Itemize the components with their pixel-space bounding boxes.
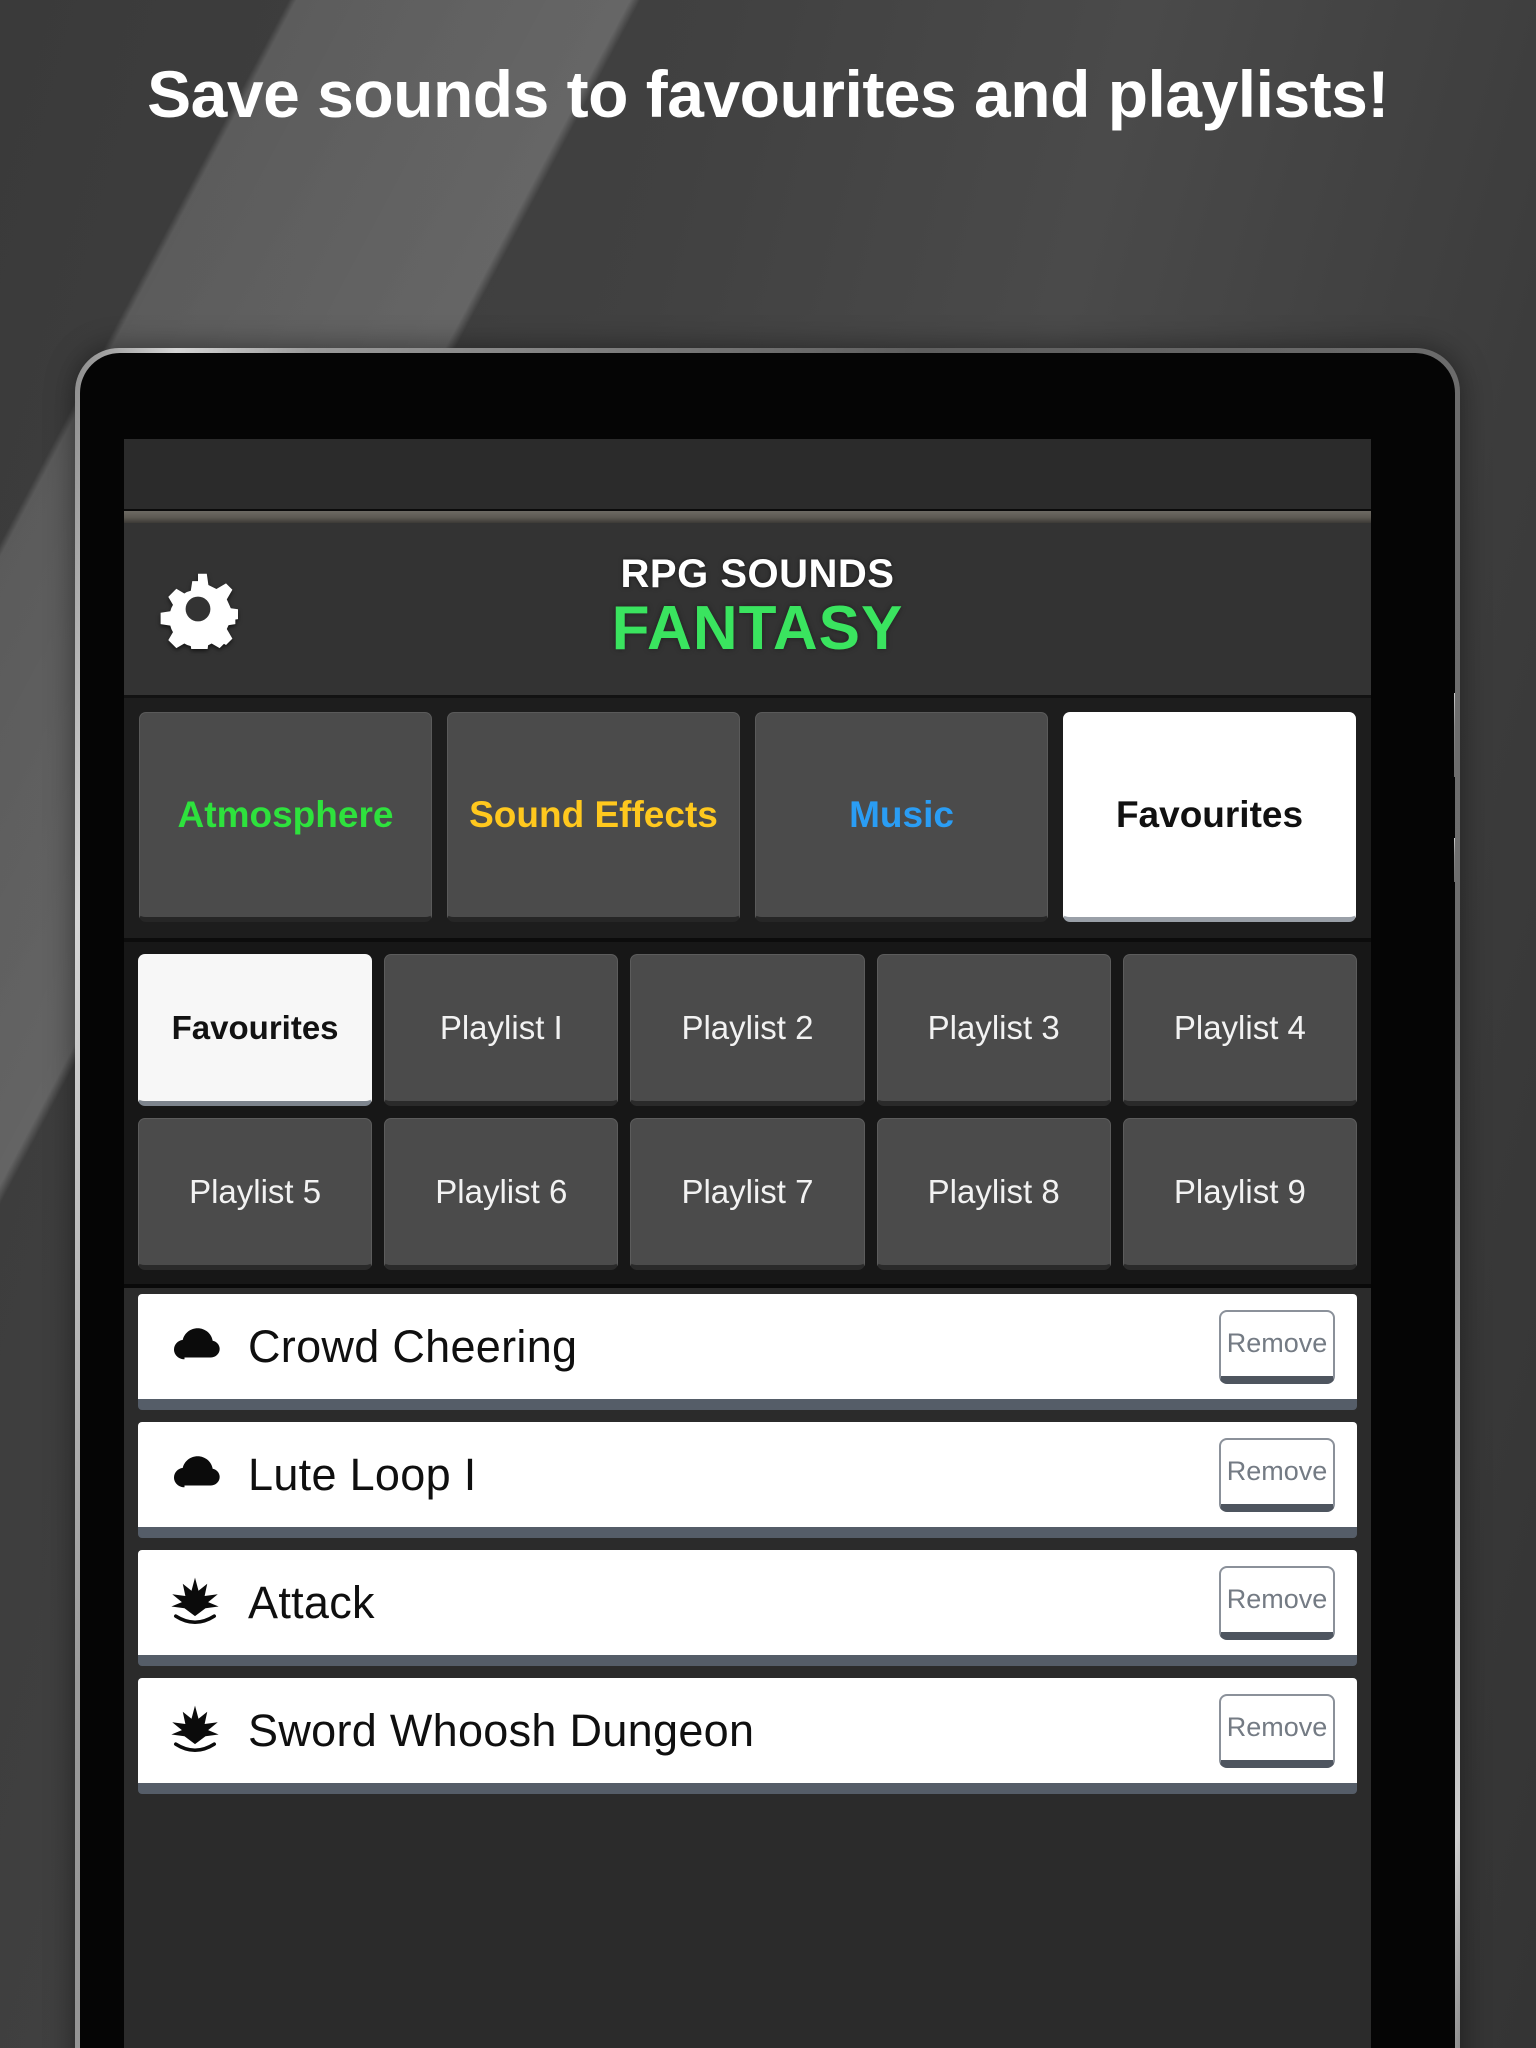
burst-icon xyxy=(164,1703,226,1759)
playlist-button-playlist-4[interactable]: Playlist 4 xyxy=(1122,954,1357,1106)
remove-button[interactable]: Remove xyxy=(1219,1565,1335,1640)
gear-icon xyxy=(158,569,238,649)
remove-button-label: Remove xyxy=(1226,1712,1328,1742)
playlist-button-playlist-5[interactable]: Playlist 5 xyxy=(138,1118,373,1270)
settings-button[interactable] xyxy=(158,569,238,649)
tablet-device-frame: RPG SOUNDS FANTASY Atmosphere Sound Effec… xyxy=(75,348,1460,2048)
playlist-button-label: Playlist 4 xyxy=(1173,1009,1306,1046)
category-tab-label: Favourites xyxy=(1115,794,1304,836)
remove-button[interactable]: Remove xyxy=(1219,1437,1335,1512)
burst-icon xyxy=(164,1575,226,1631)
playlist-button-label: Playlist 6 xyxy=(435,1173,568,1210)
remove-button[interactable]: Remove xyxy=(1219,1309,1335,1384)
sound-row[interactable]: Lute Loop I Remove xyxy=(138,1422,1357,1538)
category-tab-sound-effects[interactable]: Sound Effects xyxy=(447,712,740,922)
sound-row[interactable]: Crowd Cheering Remove xyxy=(138,1294,1357,1410)
category-tab-music[interactable]: Music xyxy=(755,712,1048,922)
sound-name: Lute Loop I xyxy=(248,1448,477,1500)
playlist-button-playlist-i[interactable]: Playlist I xyxy=(384,954,619,1106)
playlist-button-playlist-7[interactable]: Playlist 7 xyxy=(630,1118,865,1270)
category-tab-atmosphere[interactable]: Atmosphere xyxy=(139,712,432,922)
playlist-button-label: Playlist 5 xyxy=(189,1173,322,1210)
sound-list: Crowd Cheering Remove Lute Loop I Remove Att… xyxy=(124,1288,1371,1794)
sound-name: Crowd Cheering xyxy=(248,1320,578,1372)
cloud-icon xyxy=(164,1447,226,1503)
playlist-button-label: Playlist 3 xyxy=(927,1009,1060,1046)
logo-subtitle: FANTASY xyxy=(611,594,904,664)
logo-title: RPG SOUNDS xyxy=(620,552,895,597)
volume-button[interactable] xyxy=(1454,693,1455,777)
status-bar xyxy=(124,439,1371,511)
power-button[interactable] xyxy=(1454,838,1455,882)
playlist-button-label: Playlist I xyxy=(439,1009,563,1046)
sound-row[interactable]: Attack Remove xyxy=(138,1550,1357,1666)
sound-row[interactable]: Sword Whoosh Dungeon Remove xyxy=(138,1678,1357,1794)
playlist-button-playlist-8[interactable]: Playlist 8 xyxy=(876,1118,1111,1270)
category-tab-favourites[interactable]: Favourites xyxy=(1063,712,1356,922)
remove-button-label: Remove xyxy=(1226,1328,1328,1358)
playlist-button-playlist-6[interactable]: Playlist 6 xyxy=(384,1118,619,1270)
category-tab-label: Music xyxy=(849,794,954,836)
playlist-button-label: Playlist 2 xyxy=(681,1009,814,1046)
cloud-icon xyxy=(164,1319,226,1375)
playlist-button-playlist-3[interactable]: Playlist 3 xyxy=(876,954,1111,1106)
playlist-button-playlist-9[interactable]: Playlist 9 xyxy=(1122,1118,1357,1270)
tablet-bezel: RPG SOUNDS FANTASY Atmosphere Sound Effec… xyxy=(80,353,1455,2048)
category-tab-bar: Atmosphere Sound Effects Music Favourites xyxy=(124,698,1371,942)
playlist-button-playlist-2[interactable]: Playlist 2 xyxy=(630,954,865,1106)
status-bar-divider xyxy=(124,511,1371,523)
remove-button[interactable]: Remove xyxy=(1219,1693,1335,1768)
playlist-button-label: Favourites xyxy=(171,1009,339,1046)
playlist-button-label: Playlist 8 xyxy=(927,1173,1060,1210)
playlist-button-label: Playlist 7 xyxy=(681,1173,814,1210)
sound-name: Attack xyxy=(248,1576,375,1628)
app-logo: RPG SOUNDS FANTASY xyxy=(124,554,1371,663)
playlist-button-label: Playlist 9 xyxy=(1173,1173,1306,1210)
promo-headline: Save sounds to favourites and playlists! xyxy=(147,57,1389,131)
category-tab-label: Atmosphere xyxy=(177,794,394,836)
sound-name: Sword Whoosh Dungeon xyxy=(248,1704,755,1756)
category-tab-label: Sound Effects xyxy=(469,794,718,836)
app-screen: RPG SOUNDS FANTASY Atmosphere Sound Effec… xyxy=(124,439,1371,2048)
remove-button-label: Remove xyxy=(1226,1584,1328,1614)
playlist-grid: Favourites Playlist I Playlist 2 Playlist 3… xyxy=(124,942,1371,1288)
remove-button-label: Remove xyxy=(1226,1456,1328,1486)
app-header: RPG SOUNDS FANTASY xyxy=(124,523,1371,698)
playlist-button-favourites[interactable]: Favourites xyxy=(138,954,373,1106)
